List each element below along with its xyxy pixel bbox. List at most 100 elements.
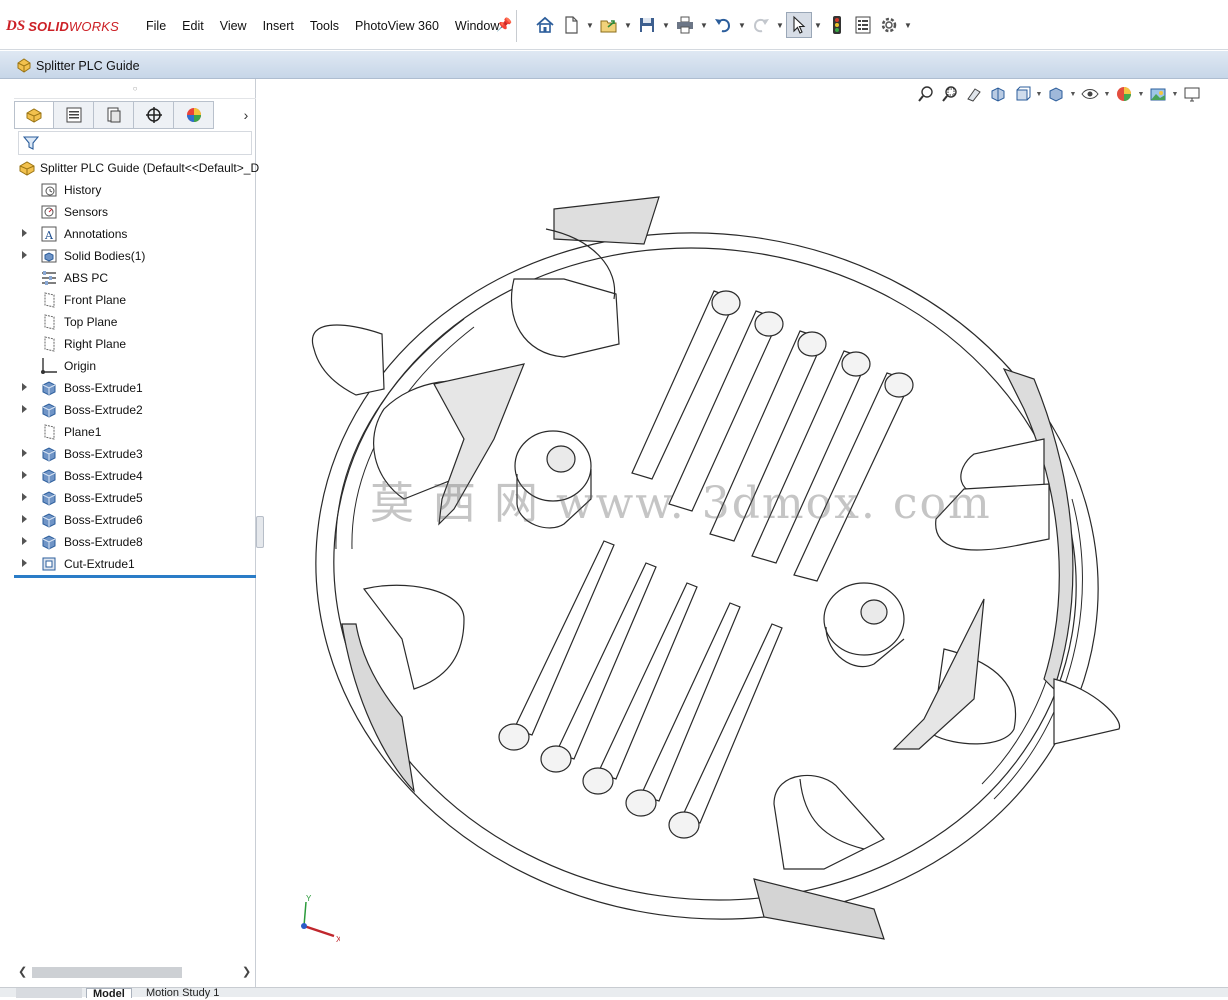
tree-item-boss-extrude8[interactable]: Boss-Extrude8 bbox=[14, 531, 256, 553]
tree-item-abs-pc[interactable]: ABS PC bbox=[14, 267, 256, 289]
configuration-manager-tab[interactable] bbox=[94, 101, 134, 129]
scroll-left-icon[interactable]: ❮ bbox=[18, 965, 27, 978]
property-manager-tab[interactable] bbox=[54, 101, 94, 129]
display-style-dropdown-icon[interactable]: ▼ bbox=[1068, 91, 1078, 98]
tree-item-plane1[interactable]: Plane1 bbox=[14, 421, 256, 443]
view-settings-icon[interactable] bbox=[1180, 83, 1204, 105]
apply-scene-icon[interactable] bbox=[1146, 83, 1170, 105]
tabs-scroll-right-icon[interactable]: › bbox=[236, 101, 256, 129]
view-orientation-dropdown-icon[interactable]: ▼ bbox=[1034, 91, 1044, 98]
hide-show-dropdown-icon[interactable]: ▼ bbox=[1102, 91, 1112, 98]
menu-insert[interactable]: Insert bbox=[255, 17, 302, 35]
menu-edit[interactable]: Edit bbox=[174, 17, 212, 35]
expand-arrow-icon[interactable] bbox=[22, 229, 27, 237]
home-icon[interactable] bbox=[532, 12, 558, 38]
undo-dropdown-icon[interactable]: ▼ bbox=[736, 12, 748, 38]
pin-menu-icon[interactable]: 📌 bbox=[496, 17, 512, 33]
new-document-icon[interactable] bbox=[558, 12, 584, 38]
edit-appearance-icon[interactable] bbox=[1112, 83, 1136, 105]
view-orientation-icon[interactable] bbox=[1010, 83, 1034, 105]
open-dropdown-icon[interactable]: ▼ bbox=[622, 12, 634, 38]
undo-icon[interactable] bbox=[710, 12, 736, 38]
tree-item-boss-extrude6[interactable]: Boss-Extrude6 bbox=[14, 509, 256, 531]
tree-item-sensors[interactable]: Sensors bbox=[14, 201, 256, 223]
rollback-bar[interactable] bbox=[14, 575, 256, 578]
display-style-icon[interactable] bbox=[1044, 83, 1068, 105]
expand-arrow-icon[interactable] bbox=[22, 515, 27, 523]
scroll-right-icon[interactable]: ❯ bbox=[242, 965, 251, 978]
main-menu: File Edit View Insert Tools PhotoView 36… bbox=[138, 17, 507, 35]
history-icon bbox=[40, 181, 58, 199]
tree-item-origin[interactable]: Origin bbox=[14, 355, 256, 377]
print-icon[interactable] bbox=[672, 12, 698, 38]
tree-item-label: Boss-Extrude3 bbox=[64, 447, 143, 461]
tree-item-boss-extrude5[interactable]: Boss-Extrude5 bbox=[14, 487, 256, 509]
options-gear-icon[interactable] bbox=[876, 12, 902, 38]
svg-text:A: A bbox=[44, 229, 54, 242]
redo-dropdown-icon[interactable]: ▼ bbox=[774, 12, 786, 38]
expand-arrow-icon[interactable] bbox=[22, 449, 27, 457]
brand-bold: SOLID bbox=[28, 18, 69, 34]
print-dropdown-icon[interactable]: ▼ bbox=[698, 12, 710, 38]
tree-item-boss-extrude4[interactable]: Boss-Extrude4 bbox=[14, 465, 256, 487]
tree-item-right-plane[interactable]: Right Plane bbox=[14, 333, 256, 355]
edit-appearance-dropdown-icon[interactable]: ▼ bbox=[1136, 91, 1146, 98]
tree-filter[interactable] bbox=[18, 131, 252, 155]
expand-arrow-icon[interactable] bbox=[22, 559, 27, 567]
expand-arrow-icon[interactable] bbox=[22, 537, 27, 545]
filter-icon[interactable] bbox=[23, 135, 39, 151]
zoom-to-fit-icon[interactable] bbox=[914, 83, 938, 105]
tree-item-history[interactable]: History bbox=[14, 179, 256, 201]
open-icon[interactable] bbox=[596, 12, 622, 38]
rebuild-traffic-light-icon[interactable] bbox=[824, 12, 850, 38]
tree-item-label: Boss-Extrude6 bbox=[64, 513, 143, 527]
menu-view[interactable]: View bbox=[212, 17, 255, 35]
tree-item-label: Boss-Extrude2 bbox=[64, 403, 143, 417]
tree-item-annotations[interactable]: A Annotations bbox=[14, 223, 256, 245]
file-properties-icon[interactable] bbox=[850, 12, 876, 38]
previous-view-icon[interactable] bbox=[962, 83, 986, 105]
tree-item-boss-extrude1[interactable]: Boss-Extrude1 bbox=[14, 377, 256, 399]
tree-item-boss-extrude2[interactable]: Boss-Extrude2 bbox=[14, 399, 256, 421]
extrude-icon bbox=[40, 511, 58, 529]
menu-photoview-360[interactable]: PhotoView 360 bbox=[347, 17, 447, 35]
triad-x-label: X bbox=[336, 935, 340, 944]
tree-item-boss-extrude3[interactable]: Boss-Extrude3 bbox=[14, 443, 256, 465]
extrude-icon bbox=[40, 467, 58, 485]
tree-item-top-plane[interactable]: Top Plane bbox=[14, 311, 256, 333]
expand-arrow-icon[interactable] bbox=[22, 471, 27, 479]
display-manager-tab[interactable] bbox=[174, 101, 214, 129]
zoom-to-area-icon[interactable] bbox=[938, 83, 962, 105]
dimxpert-manager-tab[interactable] bbox=[134, 101, 174, 129]
scroll-thumb[interactable] bbox=[32, 967, 182, 978]
select-dropdown-icon[interactable]: ▼ bbox=[812, 12, 824, 38]
expand-arrow-icon[interactable] bbox=[22, 251, 27, 259]
expand-arrow-icon[interactable] bbox=[22, 383, 27, 391]
tree-item-solid-bodies-1[interactable]: Solid Bodies(1) bbox=[14, 245, 256, 267]
tree-root-part[interactable]: Splitter PLC Guide (Default<<Default>_D bbox=[14, 157, 259, 179]
part-model-render[interactable] bbox=[264, 79, 1228, 987]
expand-arrow-icon[interactable] bbox=[22, 493, 27, 501]
panel-horizontal-scrollbar[interactable]: ❮ ❯ bbox=[14, 963, 256, 981]
options-dropdown-icon[interactable]: ▼ bbox=[902, 12, 914, 38]
feature-manager-tab[interactable] bbox=[14, 101, 54, 129]
solidworks-logo[interactable]: DS SOLID WORKS bbox=[6, 14, 119, 38]
graphics-area[interactable]: ▼ ▼ ▼ ▼ ▼ X Y 莫 西 网 www. 3dmox. com bbox=[264, 79, 1228, 987]
menu-tools[interactable]: Tools bbox=[302, 17, 347, 35]
apply-scene-dropdown-icon[interactable]: ▼ bbox=[1170, 91, 1180, 98]
menu-file[interactable]: File bbox=[138, 17, 174, 35]
section-view-icon[interactable] bbox=[986, 83, 1010, 105]
panel-collapse-handle[interactable] bbox=[256, 516, 264, 548]
tree-item-front-plane[interactable]: Front Plane bbox=[14, 289, 256, 311]
new-dropdown-icon[interactable]: ▼ bbox=[584, 12, 596, 38]
expand-arrow-icon[interactable] bbox=[22, 405, 27, 413]
tree-item-cut-extrude1[interactable]: Cut-Extrude1 bbox=[14, 553, 256, 575]
material-icon bbox=[40, 269, 58, 287]
tree-item-label: Boss-Extrude1 bbox=[64, 381, 143, 395]
part-icon bbox=[18, 159, 36, 177]
hide-show-icon[interactable] bbox=[1078, 83, 1102, 105]
save-dropdown-icon[interactable]: ▼ bbox=[660, 12, 672, 38]
select-pointer-icon[interactable] bbox=[786, 12, 812, 38]
panel-splitter-handle[interactable]: ○ bbox=[14, 79, 256, 99]
save-icon[interactable] bbox=[634, 12, 660, 38]
